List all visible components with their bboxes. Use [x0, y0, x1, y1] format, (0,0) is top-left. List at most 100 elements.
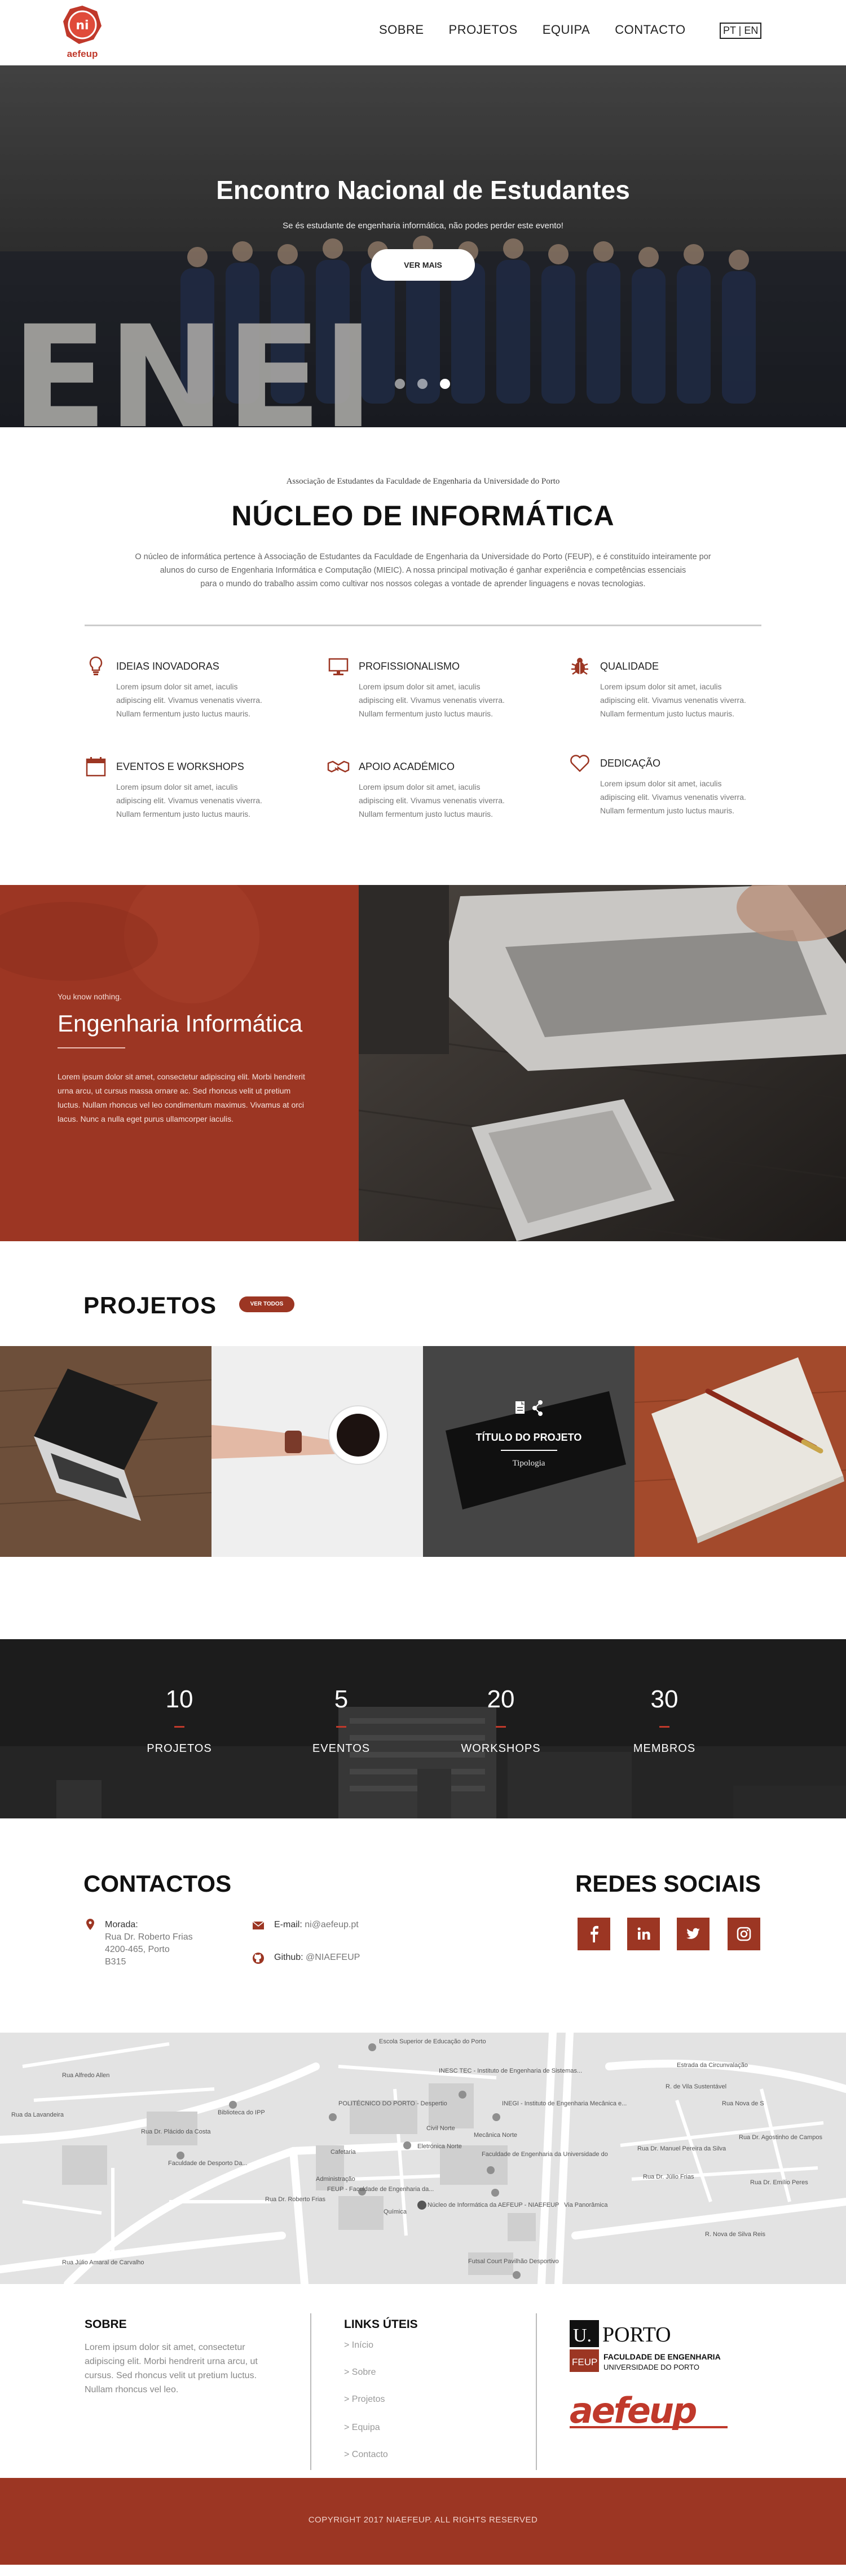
footer-link-sobre[interactable]: > Sobre [344, 2367, 376, 2378]
ver-todos-button[interactable]: VER TODOS [239, 1296, 294, 1312]
logo-text: aefeup [67, 48, 98, 59]
feature-text-line: Nullam fermentum justo luctus mauris. [116, 709, 251, 718]
map-label: Núcleo de Informática da AEFEUP - NIAEFE… [428, 2202, 559, 2208]
about-section: Associação de Estudantes da Faculdade de… [0, 427, 846, 885]
footer-about-title: SOBRE [85, 2318, 127, 2331]
feature-title: PROFISSIONALISMO [359, 661, 460, 672]
feature-text: Lorem ipsum dolor sit amet, iaculis adip… [116, 780, 280, 821]
document-icon [515, 1401, 525, 1414]
contacts-title: CONTACTOS [83, 1870, 232, 1897]
feature-text-line: adipiscing elit. Vivamus venenatis viver… [600, 793, 746, 802]
project-title: TÍTULO DO PROJETO [475, 1432, 582, 1443]
stat-eventos: 5 EVENTOS [285, 1685, 398, 1755]
stat-label: WORKSHOPS [461, 1742, 541, 1755]
facebook-button[interactable] [578, 1918, 610, 1950]
stat-workshops: 20 WORKSHOPS [444, 1685, 557, 1755]
feature-text: Lorem ipsum dolor sit amet, iaculis adip… [116, 680, 280, 720]
band-text-panel: You know nothing. Engenharia Informática… [0, 885, 359, 1241]
footer-link-projetos[interactable]: > Projetos [344, 2394, 385, 2405]
uporto-feup-logo[interactable]: U. PORTO FEUP FACULDADE DE ENGENHARIA UN… [570, 2320, 739, 2374]
projects-header: PROJETOS VER TODOS [0, 1241, 846, 1346]
about-description-line: alunos do curso de Engenharia Informátic… [160, 566, 686, 575]
map-label: INEGI - Instituto de Engenharia Mecânica… [502, 2100, 627, 2107]
nav-sobre[interactable]: SOBRE [379, 23, 424, 37]
feature-band: You know nothing. Engenharia Informática… [0, 885, 846, 1241]
projects-title: PROJETOS [83, 1292, 217, 1318]
map-label: Rua Alfredo Allen [62, 2072, 110, 2079]
logo-up-name: PORTO [602, 2323, 671, 2347]
map-label: Rua Dr. Agostinho de Campos [739, 2134, 822, 2141]
github-link[interactable]: @NIAEFEUP [306, 1953, 360, 1962]
band-title: Engenharia Informática [58, 1010, 303, 1037]
feature-text-line: Lorem ipsum dolor sit amet, iaculis [600, 779, 722, 788]
feature-text-line: Nullam fermentum justo luctus mauris. [359, 809, 493, 818]
feature-text-line: Lorem ipsum dolor sit amet, iaculis [600, 682, 722, 691]
project-type: Tipologia [512, 1459, 545, 1468]
stats-section: 10 PROJETOS 5 EVENTOS 20 WORKSHOPS 30 ME… [0, 1639, 846, 1818]
hero-ver-mais-button[interactable]: VER MAIS [371, 249, 475, 281]
nav-projetos[interactable]: PROJETOS [449, 23, 518, 37]
feature-text-line: Nullam fermentum justo luctus mauris. [600, 709, 735, 718]
github-label: Github: [274, 1953, 303, 1962]
address-label: Morada: [105, 1920, 138, 1929]
footer-link-equipa[interactable]: > Equipa [344, 2423, 380, 2433]
contacts-section: CONTACTOS Morada: Rua Dr. Roberto Frias … [0, 1818, 846, 2033]
hero-subtitle: Se és estudante de engenharia informátic… [283, 221, 563, 231]
laptop-photo [0, 1346, 211, 1557]
map-label: Via Panorâmica [564, 2202, 608, 2208]
project-tile[interactable] [211, 1346, 423, 1557]
niaefeup-logo[interactable]: ni aefeup [61, 5, 104, 61]
social-title: REDES SOCIAIS [575, 1870, 761, 1897]
nav-contacto[interactable]: CONTACTO [615, 23, 685, 37]
instagram-icon [737, 1927, 751, 1941]
feature-title: QUALIDADE [600, 661, 659, 672]
about-description-line: para o mundo do trabalho assim como cult… [200, 579, 646, 588]
project-tile[interactable] [0, 1346, 211, 1557]
linkedin-button[interactable] [627, 1918, 660, 1950]
nav-equipa[interactable]: EQUIPA [543, 23, 591, 37]
language-switch[interactable]: PT | EN [720, 23, 762, 39]
map-label: Eletrónica Norte [417, 2143, 462, 2150]
footer-link-inicio[interactable]: > Início [344, 2340, 373, 2351]
project-tile-highlighted[interactable]: TÍTULO DO PROJETO Tipologia [423, 1346, 634, 1557]
aefeup-logo[interactable]: aefeup [570, 2388, 739, 2435]
copyright-bar: COPYRIGHT 2017 NIAEFEUP. ALL RIGHTS RESE… [0, 2478, 846, 2565]
map-label: POLITÉCNICO DO PORTO - Despertio [338, 2100, 447, 2107]
address-line: B315 [105, 1957, 126, 1967]
feature-text-line: Lorem ipsum dolor sit amet, iaculis [359, 782, 481, 791]
carousel-dot-2[interactable] [417, 379, 428, 389]
twitter-icon [686, 1928, 700, 1939]
stat-label: EVENTOS [312, 1742, 371, 1755]
laptop-tablet-photo [358, 885, 846, 1241]
project-title-underline [501, 1450, 557, 1451]
instagram-button[interactable] [728, 1918, 760, 1950]
map-label: Rua Júlio Amaral de Carvalho [62, 2259, 144, 2266]
map-label: Biblioteca do IPP [218, 2109, 265, 2116]
footer-divider [536, 2313, 537, 2470]
feature-text-line: Lorem ipsum dolor sit amet, iaculis [116, 682, 238, 691]
mail-icon [252, 1921, 265, 1929]
feature-text: Lorem ipsum dolor sit amet, iaculis adip… [600, 680, 764, 720]
heart-icon [570, 755, 589, 772]
logo-up-mark: U. [573, 2325, 592, 2346]
stat-membros: 30 MEMBROS [608, 1685, 721, 1755]
email-link[interactable]: ni@aefeup.pt [305, 1920, 358, 1929]
stat-underline [659, 1726, 669, 1728]
band-text-line: Lorem ipsum dolor sit amet, consectetur … [58, 1072, 305, 1081]
feature-text-line: adipiscing elit. Vivamus venenatis viver… [600, 696, 746, 705]
location-map[interactable]: Escola Superior de Educação do Porto INE… [0, 2033, 846, 2284]
feature-text-line: Lorem ipsum dolor sit amet, iaculis [116, 782, 238, 791]
feature-text-line: Nullam fermentum justo luctus mauris. [600, 806, 735, 815]
map-pin-icon [86, 1919, 94, 1930]
calendar-icon [86, 757, 106, 777]
address-line: Rua Dr. Roberto Frias [105, 1932, 193, 1942]
github-icon [253, 1953, 264, 1964]
twitter-button[interactable] [677, 1918, 710, 1950]
project-tile[interactable] [634, 1346, 846, 1557]
carousel-dot-1[interactable] [395, 379, 405, 389]
footer-link-contacto[interactable]: > Contacto [344, 2450, 388, 2460]
map-label: Rua Dr. Emílio Peres [750, 2179, 808, 2186]
stat-underline [496, 1726, 506, 1728]
carousel-dot-3[interactable] [440, 379, 450, 389]
footer-about-line: adipiscing elit. Morbi hendrerit urna ar… [85, 2357, 258, 2366]
